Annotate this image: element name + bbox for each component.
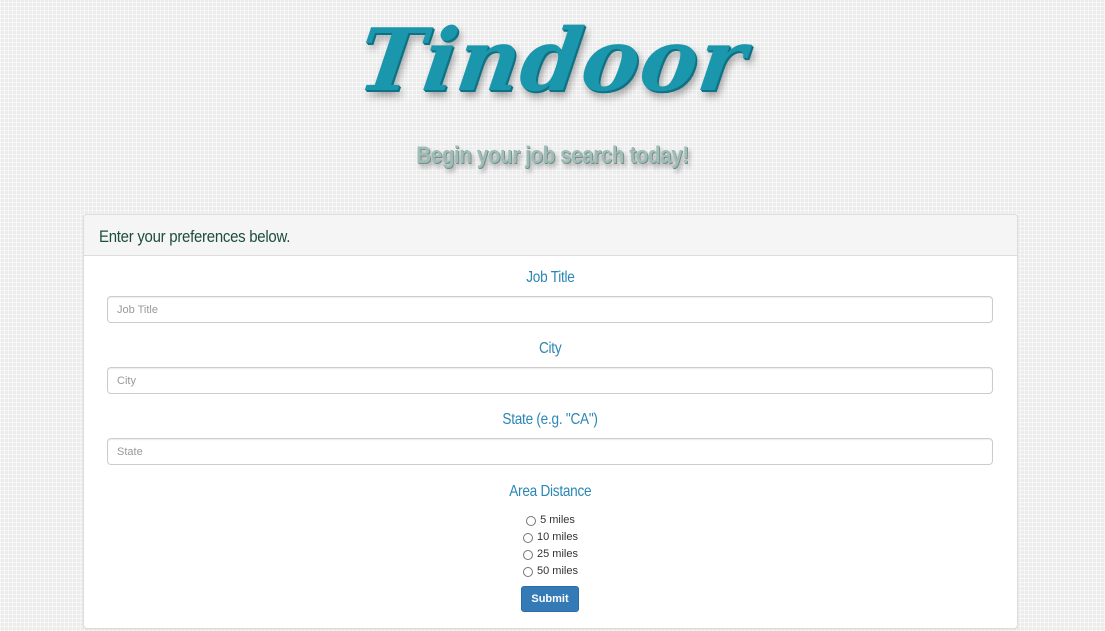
city-label: City [84,339,1017,359]
job-title-label-text: Job Title [526,269,575,286]
distance-radio-25[interactable] [523,549,534,560]
distance-option-row: 25 miles [84,546,1017,563]
area-distance-label-text: Area Distance [509,483,592,500]
distance-option-label: 25 miles [537,548,578,560]
panel-title: Enter your preferences below. [99,227,291,246]
hero-header: Tindoor Begin your job search today! [0,0,1105,210]
distance-radio-10[interactable] [523,532,534,543]
distance-option-row: 10 miles [84,529,1017,546]
tagline: Begin your job search today! [416,142,689,169]
distance-option-50[interactable]: 50 miles [523,563,578,580]
distance-option-row: 50 miles [84,563,1017,580]
distance-option-label: 50 miles [537,565,578,577]
distance-option-label: 5 miles [540,514,575,526]
job-title-label: Job Title [84,268,1017,288]
distance-option-row: 5 miles [84,512,1017,529]
city-input[interactable] [107,367,993,394]
state-input[interactable] [107,438,993,465]
distance-option-10[interactable]: 10 miles [523,529,578,546]
area-distance-label: Area Distance [84,482,1017,502]
preferences-form: Job Title City State (e.g. "CA") Area Di… [84,256,1017,627]
distance-option-25[interactable]: 25 miles [523,546,578,563]
job-title-input[interactable] [107,296,993,323]
state-label: State (e.g. "CA") [84,410,1017,430]
state-label-text: State (e.g. "CA") [502,411,599,428]
distance-option-5[interactable]: 5 miles [526,512,575,529]
preferences-panel: Enter your preferences below. Job Title … [83,214,1018,629]
brand-logo: Tindoor [352,10,753,111]
distance-radio-50[interactable] [523,566,534,577]
panel-heading: Enter your preferences below. [84,215,1017,256]
distance-radio-group: 5 miles 10 miles 25 miles 50 miles [84,512,1017,580]
city-label-text: City [539,340,562,357]
distance-option-label: 10 miles [537,531,578,543]
submit-button[interactable]: Submit [521,586,579,612]
distance-radio-5[interactable] [526,515,537,526]
